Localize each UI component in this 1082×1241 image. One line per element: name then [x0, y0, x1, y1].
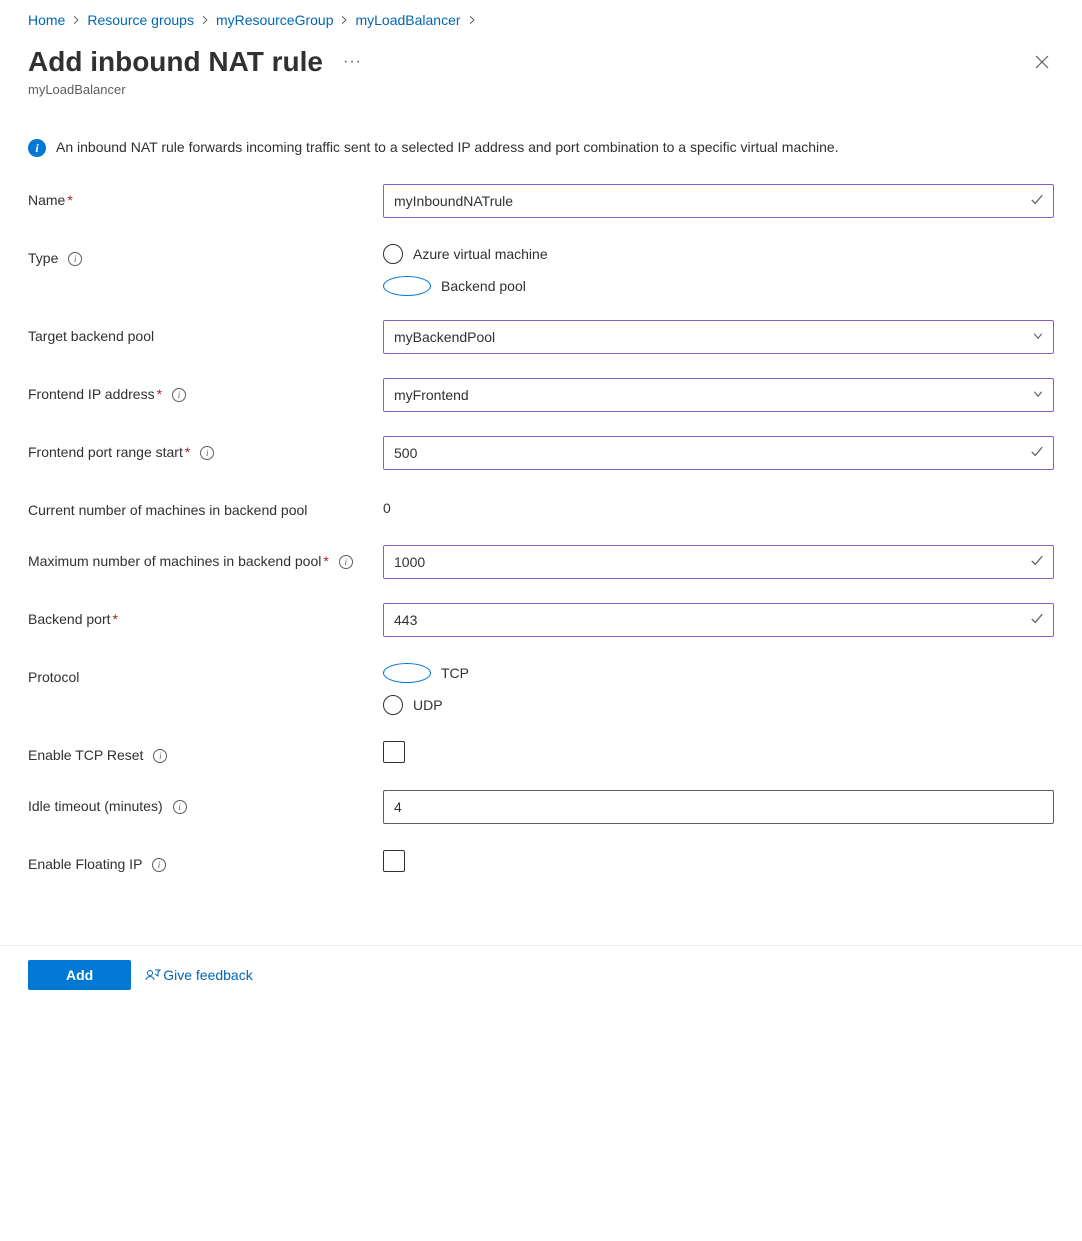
max-machines-input[interactable]	[383, 545, 1054, 579]
info-tooltip-icon[interactable]: i	[172, 388, 186, 402]
chevron-right-icon	[71, 15, 81, 25]
port-start-label: Frontend port range start	[28, 444, 183, 460]
protocol-label: Protocol	[28, 669, 79, 685]
breadcrumb-myloadbalancer[interactable]: myLoadBalancer	[355, 12, 460, 28]
radio-label: Azure virtual machine	[413, 246, 548, 262]
type-option-vm[interactable]: Azure virtual machine	[383, 244, 1054, 264]
backend-port-input[interactable]	[383, 603, 1054, 637]
info-icon: i	[28, 139, 46, 157]
info-tooltip-icon[interactable]: i	[153, 749, 167, 763]
type-radio-group: Azure virtual machine Backend pool	[383, 242, 1054, 296]
backend-port-label: Backend port	[28, 611, 111, 627]
protocol-option-tcp[interactable]: TCP	[383, 663, 1054, 683]
protocol-option-udp[interactable]: UDP	[383, 695, 1054, 715]
more-actions-button[interactable]: ···	[343, 54, 362, 70]
current-machines-value: 0	[383, 494, 1054, 516]
floating-ip-checkbox[interactable]	[383, 850, 405, 872]
radio-icon	[383, 663, 431, 683]
info-text: An inbound NAT rule forwards incoming tr…	[56, 137, 839, 158]
type-option-backend-pool[interactable]: Backend pool	[383, 276, 1054, 296]
radio-icon	[383, 276, 431, 296]
type-label: Type	[28, 250, 58, 266]
max-machines-label: Maximum number of machines in backend po…	[28, 553, 321, 569]
frontend-ip-label: Frontend IP address	[28, 386, 155, 402]
radio-icon	[383, 244, 403, 264]
info-tooltip-icon[interactable]: i	[339, 555, 353, 569]
idle-timeout-input[interactable]	[383, 790, 1054, 824]
page-title: Add inbound NAT rule	[28, 46, 323, 78]
info-banner: i An inbound NAT rule forwards incoming …	[28, 137, 1054, 158]
page-subtitle: myLoadBalancer	[28, 82, 362, 97]
radio-label: Backend pool	[441, 278, 526, 294]
frontend-ip-select[interactable]	[383, 378, 1054, 412]
breadcrumb: Home Resource groups myResourceGroup myL…	[28, 12, 1054, 28]
chevron-right-icon	[200, 15, 210, 25]
info-tooltip-icon[interactable]: i	[152, 858, 166, 872]
floating-ip-label: Enable Floating IP	[28, 856, 142, 872]
info-tooltip-icon[interactable]: i	[173, 800, 187, 814]
tcp-reset-checkbox[interactable]	[383, 741, 405, 763]
target-pool-label: Target backend pool	[28, 328, 154, 344]
radio-label: UDP	[413, 697, 443, 713]
name-input[interactable]	[383, 184, 1054, 218]
radio-label: TCP	[441, 665, 469, 681]
tcp-reset-label: Enable TCP Reset	[28, 747, 143, 763]
info-tooltip-icon[interactable]: i	[68, 252, 82, 266]
current-machines-label: Current number of machines in backend po…	[28, 502, 307, 518]
target-pool-select[interactable]	[383, 320, 1054, 354]
breadcrumb-home[interactable]: Home	[28, 12, 65, 28]
chevron-right-icon	[339, 15, 349, 25]
name-label: Name	[28, 192, 65, 208]
close-button[interactable]	[1030, 50, 1054, 77]
give-feedback-link[interactable]: Give feedback	[145, 967, 253, 983]
footer: Add Give feedback	[0, 945, 1082, 1010]
info-tooltip-icon[interactable]: i	[200, 446, 214, 460]
breadcrumb-resource-groups[interactable]: Resource groups	[87, 12, 194, 28]
feedback-label: Give feedback	[163, 967, 253, 983]
protocol-radio-group: TCP UDP	[383, 661, 1054, 715]
feedback-icon	[145, 967, 161, 983]
idle-timeout-label: Idle timeout (minutes)	[28, 798, 163, 814]
port-start-input[interactable]	[383, 436, 1054, 470]
add-button[interactable]: Add	[28, 960, 131, 990]
radio-icon	[383, 695, 403, 715]
chevron-right-icon	[467, 15, 477, 25]
breadcrumb-myresourcegroup[interactable]: myResourceGroup	[216, 12, 334, 28]
